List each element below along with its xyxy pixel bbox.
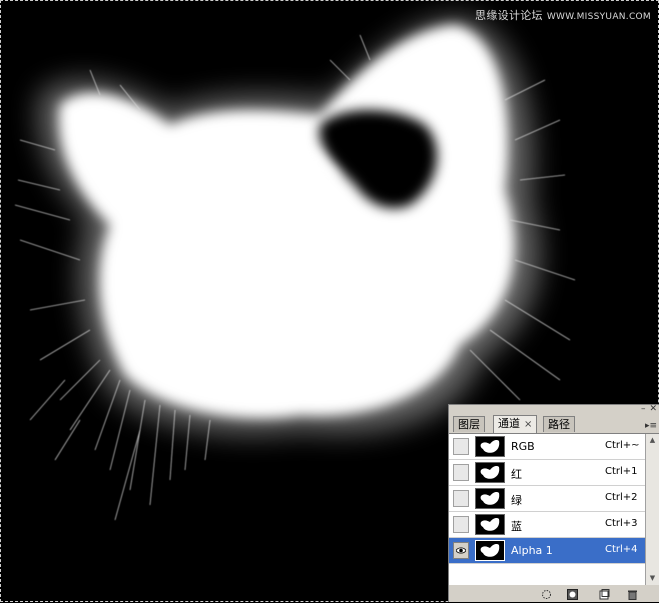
- visibility-toggle[interactable]: [453, 490, 469, 507]
- panel-bottom-bar: [449, 586, 659, 603]
- visibility-toggle[interactable]: [453, 438, 469, 455]
- channel-thumbnail: [475, 514, 505, 535]
- visibility-toggle[interactable]: [453, 542, 469, 559]
- channel-thumbnail: [475, 540, 505, 561]
- channel-row-alpha-1[interactable]: Alpha 1 Ctrl+4: [449, 538, 645, 564]
- channel-shortcut: Ctrl+2: [605, 492, 638, 503]
- tab-paths-label: 路径: [548, 418, 570, 431]
- scroll-up-arrow-icon[interactable]: ▲: [646, 434, 659, 447]
- channel-row-red[interactable]: 红 Ctrl+1: [449, 460, 645, 486]
- watermark-text: 思缘设计论坛: [475, 9, 543, 22]
- tab-close-icon[interactable]: ×: [524, 419, 532, 430]
- channels-panel: – ✕ 图层 通道 × 路径 ▸≡ RGB Ctrl+~ 红 Ctrl+1 绿 …: [448, 404, 659, 602]
- panel-menu-icon[interactable]: ▸≡: [645, 421, 657, 431]
- watermark-url: WWW.MISSYUAN.COM: [546, 12, 651, 22]
- channel-thumbnail: [475, 488, 505, 509]
- scroll-down-arrow-icon[interactable]: ▼: [646, 572, 659, 585]
- channel-row-green[interactable]: 绿 Ctrl+2: [449, 486, 645, 512]
- panel-tabs: 图层 通道 × 路径 ▸≡: [449, 413, 659, 434]
- new-channel-icon[interactable]: [599, 589, 610, 600]
- channel-name: Alpha 1: [511, 544, 553, 557]
- visibility-toggle[interactable]: [453, 516, 469, 533]
- channel-shortcut: Ctrl+4: [605, 544, 638, 555]
- load-selection-icon[interactable]: [541, 589, 552, 600]
- tab-layers[interactable]: 图层: [453, 416, 485, 432]
- tab-channels[interactable]: 通道 ×: [493, 415, 538, 433]
- channel-list-scrollbar[interactable]: ▲ ▼: [645, 434, 659, 585]
- channel-row-blue[interactable]: 蓝 Ctrl+3: [449, 512, 645, 538]
- tab-layers-label: 图层: [458, 418, 480, 431]
- channel-list: RGB Ctrl+~ 红 Ctrl+1 绿 Ctrl+2 蓝 Ctrl+3 Al…: [449, 434, 645, 585]
- channel-name: 红: [511, 468, 522, 481]
- channel-name: 绿: [511, 494, 522, 507]
- channel-thumbnail: [475, 462, 505, 483]
- channel-shortcut: Ctrl+1: [605, 466, 638, 477]
- tab-channels-label: 通道: [498, 417, 520, 430]
- delete-channel-icon[interactable]: [627, 589, 638, 600]
- channel-name: RGB: [511, 440, 535, 453]
- eye-icon: [456, 547, 466, 554]
- channel-shortcut: Ctrl+~: [605, 440, 640, 451]
- channel-thumbnail: [475, 436, 505, 457]
- tab-paths[interactable]: 路径: [543, 416, 575, 432]
- save-selection-icon[interactable]: [567, 589, 578, 600]
- watermark: 思缘设计论坛 WWW.MISSYUAN.COM: [475, 7, 651, 23]
- channel-row-rgb[interactable]: RGB Ctrl+~: [449, 434, 645, 460]
- channel-shortcut: Ctrl+3: [605, 518, 638, 529]
- channel-name: 蓝: [511, 520, 522, 533]
- visibility-toggle[interactable]: [453, 464, 469, 481]
